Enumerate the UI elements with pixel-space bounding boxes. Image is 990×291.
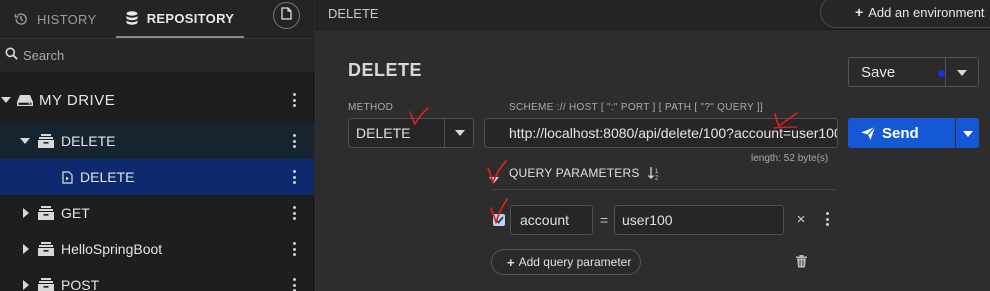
save-button[interactable]: Save — [848, 57, 946, 87]
query-parameters-title: QUERY PARAMETERS — [509, 166, 640, 180]
more-options-icon[interactable] — [288, 169, 300, 185]
param-key-input[interactable] — [510, 205, 593, 235]
more-options-icon[interactable] — [821, 212, 833, 226]
caret-right-icon[interactable] — [21, 244, 31, 254]
sidebar: HISTORY REPOSITORY MY DRIVE — [0, 0, 314, 291]
request-panel: DELETE + Add an environment DELETE Save … — [315, 0, 990, 291]
tree-item-hellospringboot-folder[interactable]: HelloSpringBoot — [0, 231, 314, 267]
caret-down-icon[interactable] — [1, 95, 11, 105]
tree-item-label: POST — [61, 277, 100, 291]
save-label: Save — [861, 63, 896, 81]
chevron-down-icon — [962, 124, 973, 142]
request-tab-title[interactable]: DELETE — [328, 6, 379, 21]
query-parameters-header[interactable]: QUERY PARAMETERS 12 — [491, 162, 661, 184]
tree-item-label: DELETE — [61, 133, 116, 149]
plus-icon: + — [855, 4, 864, 20]
tab-history-label: HISTORY — [37, 11, 97, 27]
more-options-icon[interactable] — [288, 92, 300, 108]
close-icon[interactable]: × — [795, 210, 807, 228]
search-input[interactable] — [23, 48, 293, 63]
tree-item-get-folder[interactable]: GET — [0, 195, 314, 231]
add-environment-label: Add an environment — [868, 4, 985, 20]
database-icon — [126, 11, 138, 25]
drive-icon — [17, 94, 33, 107]
caret-down-icon[interactable] — [20, 136, 30, 146]
new-file-button[interactable] — [273, 2, 300, 29]
tree-item-my-drive[interactable]: MY DRIVE — [0, 82, 314, 118]
param-value-input[interactable] — [614, 205, 784, 235]
request-title[interactable]: DELETE — [348, 60, 422, 81]
tree-item-delete-folder[interactable]: DELETE — [0, 123, 314, 159]
tree-item-label: MY DRIVE — [39, 91, 116, 109]
tab-repository[interactable]: REPOSITORY — [116, 0, 244, 38]
url-format-label: SCHEME :// HOST [ ":" PORT ] [ PATH [ "?… — [509, 102, 764, 113]
unsaved-indicator-dot — [938, 70, 945, 77]
method-label: METHOD — [348, 102, 394, 113]
search-icon — [5, 47, 18, 65]
add-environment-button[interactable]: + Add an environment — [820, 0, 990, 28]
history-icon — [14, 12, 28, 26]
new-file-icon — [281, 6, 292, 25]
param-equals-sign: = — [600, 212, 609, 228]
tab-repository-label: REPOSITORY — [146, 10, 235, 26]
send-button[interactable]: Send — [848, 118, 955, 148]
url-length: length: 52 byte(s) — [751, 153, 829, 164]
trash-icon[interactable] — [796, 255, 808, 269]
more-options-icon[interactable] — [288, 133, 300, 149]
chevron-down-icon[interactable] — [445, 119, 474, 147]
top-bar: DELETE + Add an environment — [315, 0, 990, 30]
folder-icon — [38, 278, 54, 291]
url-input[interactable] — [484, 118, 838, 148]
folder-icon — [38, 242, 54, 256]
method-select[interactable]: DELETE — [348, 118, 474, 148]
send-icon — [861, 126, 875, 140]
divider — [491, 189, 837, 190]
more-options-icon[interactable] — [288, 241, 300, 257]
send-options-button[interactable] — [956, 118, 979, 148]
tree-item-post-folder[interactable]: POST — [0, 267, 314, 291]
sidebar-search — [0, 38, 314, 72]
folder-icon — [38, 134, 54, 148]
sidebar-tabs: HISTORY REPOSITORY — [0, 0, 314, 38]
sort-icon[interactable]: 12 — [647, 166, 661, 180]
folder-icon — [38, 206, 54, 220]
tree-item-label: GET — [61, 205, 90, 221]
tab-history[interactable]: HISTORY — [14, 0, 96, 38]
add-query-parameter-label: Add query parameter — [518, 255, 632, 269]
request-file-icon — [62, 170, 73, 184]
svg-text:1: 1 — [655, 169, 659, 175]
more-options-icon[interactable] — [288, 277, 300, 291]
tree-item-label: DELETE — [80, 169, 135, 185]
save-options-button[interactable] — [946, 57, 979, 87]
method-value: DELETE — [356, 125, 411, 141]
svg-text:2: 2 — [655, 175, 659, 180]
param-enabled-checkbox[interactable] — [493, 214, 505, 226]
tree-item-delete-request[interactable]: DELETE — [0, 159, 314, 195]
caret-right-icon[interactable] — [21, 280, 31, 290]
tree-item-label: HelloSpringBoot — [61, 241, 163, 257]
send-label: Send — [882, 124, 919, 142]
add-query-parameter-button[interactable]: + Add query parameter — [491, 249, 641, 275]
more-options-icon[interactable] — [288, 205, 300, 221]
chevron-down-icon — [957, 63, 967, 81]
caret-right-icon[interactable] — [21, 208, 31, 218]
plus-icon: + — [507, 254, 515, 270]
